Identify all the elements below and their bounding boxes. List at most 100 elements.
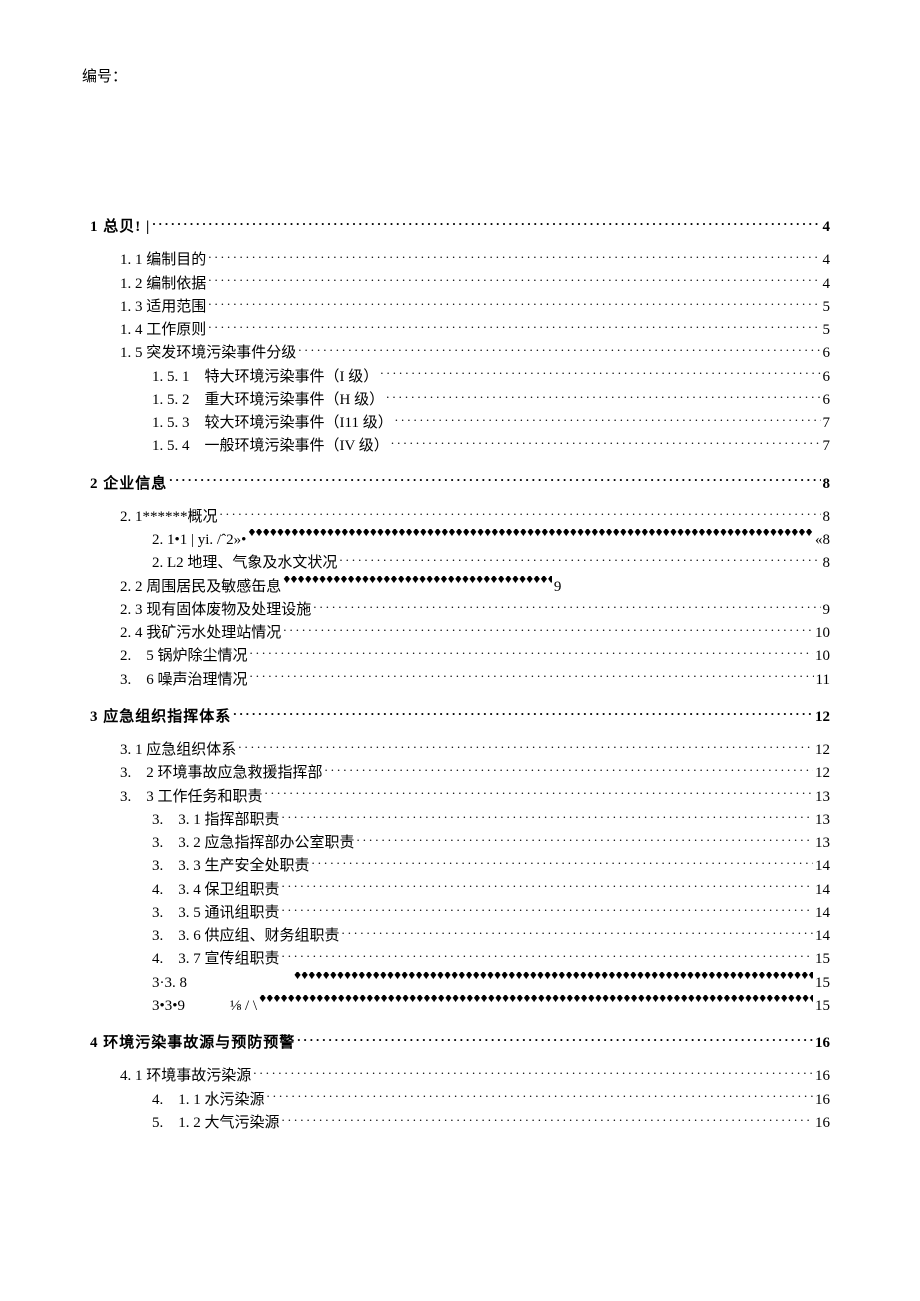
- toc-entry-text: 1. 3 适用范围: [120, 296, 206, 319]
- toc-leader: [208, 296, 820, 311]
- toc-leader: [265, 786, 813, 801]
- toc-leader: [313, 599, 820, 614]
- toc-entry[interactable]: 3. 2 环境事故应急救援指挥部12: [90, 762, 830, 785]
- toc-entry[interactable]: 2. 2 周围居民及敏感缶息9: [90, 576, 830, 599]
- toc-leader: [282, 879, 813, 894]
- toc-heading-text: 2 企业信息: [90, 473, 167, 496]
- toc-leader: [208, 249, 820, 264]
- toc-entry-text: 2. L2 地理、气象及水文状况: [152, 552, 337, 575]
- toc-leader: [380, 366, 820, 381]
- toc-entry[interactable]: 2. 5 锅炉除尘情况10: [90, 645, 830, 668]
- toc-entry[interactable]: 1. 5. 2 重大环境污染事件（H 级）6: [90, 389, 830, 412]
- toc-entry-text: 4. 1 环境事故污染源: [120, 1065, 251, 1088]
- toc-section: 1 总贝! |41. 1 编制目的41. 2 编制依据41. 3 适用范围51.…: [90, 216, 830, 459]
- toc-leader: [342, 925, 813, 940]
- toc-entry-text: 3. 3. 1 指挥部职责: [152, 809, 280, 832]
- toc-entry-page: 10: [815, 622, 830, 645]
- toc-entry[interactable]: 1. 5. 3 较大环境污染事件（I11 级） 7: [90, 412, 830, 435]
- toc-entry-page: 9: [823, 599, 831, 622]
- toc-entry[interactable]: 4. 1. 1 水污染源16: [90, 1089, 830, 1112]
- toc-entry[interactable]: 3. 6 噪声治理情况11: [90, 669, 830, 692]
- toc-entry-page: «8: [815, 529, 830, 552]
- toc-entry-text: 3. 2 环境事故应急救援指挥部: [120, 762, 323, 785]
- toc-leader: [282, 809, 813, 824]
- toc-entry-text: 1. 5. 1 特大环境污染事件（I 级）: [152, 366, 378, 389]
- document-number-label: 编号：: [82, 65, 830, 86]
- toc-leader: [152, 216, 820, 231]
- toc-entry-page: 7: [823, 412, 831, 435]
- toc-heading-page: 12: [815, 706, 830, 729]
- toc-entry[interactable]: 3. 3. 3 生产安全处职责 14: [90, 855, 830, 878]
- toc-entry[interactable]: 3. 3. 6 供应组、财务组职责14: [90, 925, 830, 948]
- toc-entry-text: 3·3. 8: [152, 972, 292, 995]
- toc-entry[interactable]: 3. 1 应急组织体系 12: [90, 739, 830, 762]
- toc-entry-page: 14: [815, 855, 830, 878]
- toc-entry[interactable]: 3. 3. 5 通讯组职责14: [90, 902, 830, 925]
- toc-entry-page: 6: [823, 342, 831, 365]
- toc-entry[interactable]: 2. 1******概况8: [90, 506, 830, 529]
- toc-entry-text: 4. 3. 7 宣传组职责: [152, 948, 280, 971]
- toc-entry-text: 1. 1 编制目的: [120, 249, 206, 272]
- toc-entry[interactable]: 3. 3 工作任务和职责13: [90, 786, 830, 809]
- toc-entry[interactable]: 1. 5. 1 特大环境污染事件（I 级）6: [90, 366, 830, 389]
- toc-entry-text: 1. 5. 4 一般环境污染事件（IV 级）: [152, 435, 389, 458]
- toc-entry[interactable]: 1. 3 适用范围5: [90, 296, 830, 319]
- toc-entry[interactable]: 3·3. 8 15: [90, 972, 830, 995]
- toc-leader: [259, 995, 813, 1010]
- toc-entry-text: 4. 3. 4 保卫组职责: [152, 879, 280, 902]
- toc-heading-page: 8: [823, 473, 831, 496]
- toc-heading[interactable]: 3 应急组织指挥体系 12: [90, 706, 830, 729]
- toc-leader: [283, 576, 552, 591]
- toc-entry[interactable]: 1. 5. 4 一般环境污染事件（IV 级）7: [90, 435, 830, 458]
- toc-entry[interactable]: 3•3•9 ⅛ / \15: [90, 995, 830, 1018]
- toc-entry-page: 8: [823, 506, 831, 529]
- toc-entry[interactable]: 3. 3. 2 应急指挥部办公室职责13: [90, 832, 830, 855]
- toc-leader: [282, 948, 813, 963]
- toc-section: 2 企业信息82. 1******概况82. 1•1 | yi. /ˆ2»•«8…: [90, 473, 830, 692]
- toc-entry-text: 5. 1. 2 大气污染源: [152, 1112, 280, 1135]
- toc-entry-text: 3. 3. 2 应急指挥部办公室职责: [152, 832, 355, 855]
- toc-entry[interactable]: 5. 1. 2 大气污染源 16: [90, 1112, 830, 1135]
- toc-entry-page: 15: [815, 948, 830, 971]
- toc-entry[interactable]: 4. 1 环境事故污染源16: [90, 1065, 830, 1088]
- toc-entry[interactable]: 4. 3. 7 宣传组职责 15: [90, 948, 830, 971]
- toc-entry[interactable]: 2. 1•1 | yi. /ˆ2»•«8: [90, 529, 830, 552]
- toc-entry-page: 5: [823, 319, 831, 342]
- toc-heading-page: 4: [823, 216, 831, 239]
- toc-entry[interactable]: 1. 4 工作原则5: [90, 319, 830, 342]
- toc-entry-page: 4: [823, 249, 831, 272]
- toc-entry-page: 11: [816, 669, 830, 692]
- toc-heading[interactable]: 1 总贝! |4: [90, 216, 830, 239]
- toc-section: 4 环境污染事故源与预防预警164. 1 环境事故污染源164. 1. 1 水污…: [90, 1032, 830, 1135]
- toc-entry[interactable]: 2. 3 现有固体废物及处理设施9: [90, 599, 830, 622]
- toc-leader: [386, 389, 820, 404]
- toc-leader: [248, 529, 813, 544]
- toc-entry-text: 3. 1 应急组织体系: [120, 739, 236, 762]
- toc-entry[interactable]: 2. 4 我矿污水处理站情况10: [90, 622, 830, 645]
- toc-heading[interactable]: 2 企业信息 8: [90, 473, 830, 496]
- toc-entry-page: 16: [815, 1112, 830, 1135]
- toc-leader: [250, 669, 814, 684]
- toc-entry-page: 15: [815, 995, 830, 1018]
- toc-entry-page: 13: [815, 809, 830, 832]
- toc-leader: [298, 342, 820, 357]
- toc-entry[interactable]: 3. 3. 1 指挥部职责 13: [90, 809, 830, 832]
- toc-entry[interactable]: 2. L2 地理、气象及水文状况8: [90, 552, 830, 575]
- toc-entry-page: 6: [823, 389, 831, 412]
- toc-heading-page: 16: [815, 1032, 830, 1055]
- toc-entry-page: 9: [554, 576, 562, 599]
- toc-heading-text: 3 应急组织指挥体系: [90, 706, 231, 729]
- toc-entry-page: 14: [815, 902, 830, 925]
- toc-entry-text: 3. 3. 3 生产安全处职责: [152, 855, 310, 878]
- toc-leader: [233, 706, 813, 721]
- table-of-contents: 1 总贝! |41. 1 编制目的41. 2 编制依据41. 3 适用范围51.…: [90, 216, 830, 1135]
- toc-entry-page: 12: [815, 739, 830, 762]
- toc-entry-text: 1. 5. 3 较大环境污染事件（I11 级）: [152, 412, 393, 435]
- toc-entry-page: 16: [815, 1089, 830, 1112]
- toc-heading[interactable]: 4 环境污染事故源与预防预警16: [90, 1032, 830, 1055]
- toc-leader: [253, 1065, 813, 1080]
- toc-entry[interactable]: 1. 5 突发环境污染事件分级6: [90, 342, 830, 365]
- toc-entry[interactable]: 1. 1 编制目的 4: [90, 249, 830, 272]
- toc-entry[interactable]: 1. 2 编制依据4: [90, 273, 830, 296]
- toc-entry[interactable]: 4. 3. 4 保卫组职责14: [90, 879, 830, 902]
